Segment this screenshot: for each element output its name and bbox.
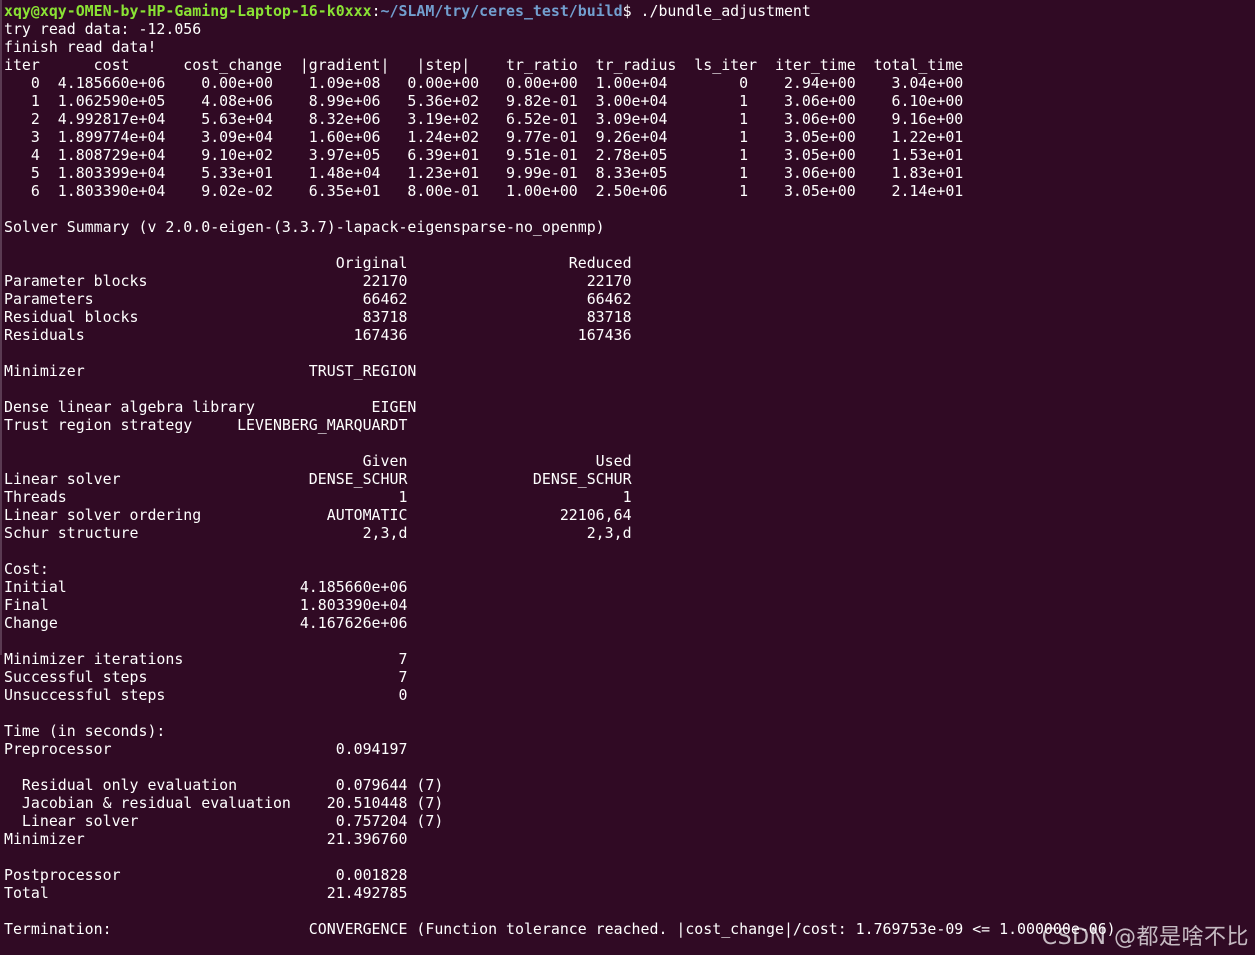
- output-line: Cost:: [4, 560, 49, 578]
- output-line: Initial 4.185660e+06: [4, 578, 408, 596]
- output-line: Threads 1 1: [4, 488, 632, 506]
- output-line: 6 1.803390e+04 9.02e-02 6.35e+01 8.00e-0…: [4, 182, 964, 200]
- terminal-output: try read data: -12.056 finish read data! i…: [4, 20, 1255, 938]
- output-line: Linear solver 0.757204 (7): [4, 812, 444, 830]
- output-line: Unsuccessful steps 0: [4, 686, 408, 704]
- output-line: Preprocessor 0.094197: [4, 740, 408, 758]
- prompt-line: xqy@xqy-OMEN-by-HP-Gaming-Laptop-16-k0xx…: [4, 2, 1255, 20]
- prompt-command: ./bundle_adjustment: [640, 2, 811, 20]
- output-line: Final 1.803390e+04: [4, 596, 408, 614]
- output-line: Parameter blocks 22170 22170: [4, 272, 632, 290]
- output-line: Linear solver DENSE_SCHUR DENSE_SCHUR: [4, 470, 632, 488]
- output-line: Residual only evaluation 0.079644 (7): [4, 776, 444, 794]
- prompt-symbol: $: [622, 2, 641, 20]
- output-line: 3 1.899774e+04 3.09e+04 1.60e+06 1.24e+0…: [4, 128, 964, 146]
- terminal-window[interactable]: xqy@xqy-OMEN-by-HP-Gaming-Laptop-16-k0xx…: [0, 0, 1255, 955]
- output-line: Time (in seconds):: [4, 722, 166, 740]
- output-line: Schur structure 2,3,d 2,3,d: [4, 524, 632, 542]
- output-line: Linear solver ordering AUTOMATIC 22106,6…: [4, 506, 632, 524]
- output-line: Minimizer iterations 7: [4, 650, 408, 668]
- output-line: Minimizer TRUST_REGION: [4, 362, 417, 380]
- watermark-text: CSDN @都是啥不比: [1041, 925, 1249, 950]
- output-line: Dense linear algebra library EIGEN: [4, 398, 417, 416]
- output-line: 4 1.808729e+04 9.10e+02 3.97e+05 6.39e+0…: [4, 146, 964, 164]
- output-line: 1 1.062590e+05 4.08e+06 8.99e+06 5.36e+0…: [4, 92, 964, 110]
- output-line: Given Used: [4, 452, 632, 470]
- output-line: Trust region strategy LEVENBERG_MARQUARD…: [4, 416, 408, 434]
- output-line: Residual blocks 83718 83718: [4, 308, 632, 326]
- prompt-path: ~/SLAM/try/ceres_test/build: [380, 2, 623, 20]
- output-line: 2 4.992817e+04 5.63e+04 8.32e+06 3.19e+0…: [4, 110, 964, 128]
- output-line: Original Reduced: [4, 254, 632, 272]
- output-line: Total 21.492785: [4, 884, 408, 902]
- output-line: iter cost cost_change |gradient| |step| …: [4, 56, 964, 74]
- output-line: Postprocessor 0.001828: [4, 866, 408, 884]
- output-line: Change 4.167626e+06: [4, 614, 408, 632]
- output-line: 5 1.803399e+04 5.33e+01 1.48e+04 1.23e+0…: [4, 164, 964, 182]
- output-line: try read data: -12.056: [4, 20, 202, 38]
- output-line: Successful steps 7: [4, 668, 408, 686]
- output-line: finish read data!: [4, 38, 157, 56]
- output-line: Minimizer 21.396760: [4, 830, 408, 848]
- prompt-separator: :: [371, 2, 381, 20]
- output-line: Residuals 167436 167436: [4, 326, 632, 344]
- output-line: 0 4.185660e+06 0.00e+00 1.09e+08 0.00e+0…: [4, 74, 964, 92]
- output-line: Parameters 66462 66462: [4, 290, 632, 308]
- output-line: Jacobian & residual evaluation 20.510448…: [4, 794, 444, 812]
- scrollback-marker: [0, 0, 2, 655]
- output-line: Solver Summary (v 2.0.0-eigen-(3.3.7)-la…: [4, 218, 605, 236]
- prompt-user-host: xqy@xqy-OMEN-by-HP-Gaming-Laptop-16-k0xx…: [4, 2, 372, 20]
